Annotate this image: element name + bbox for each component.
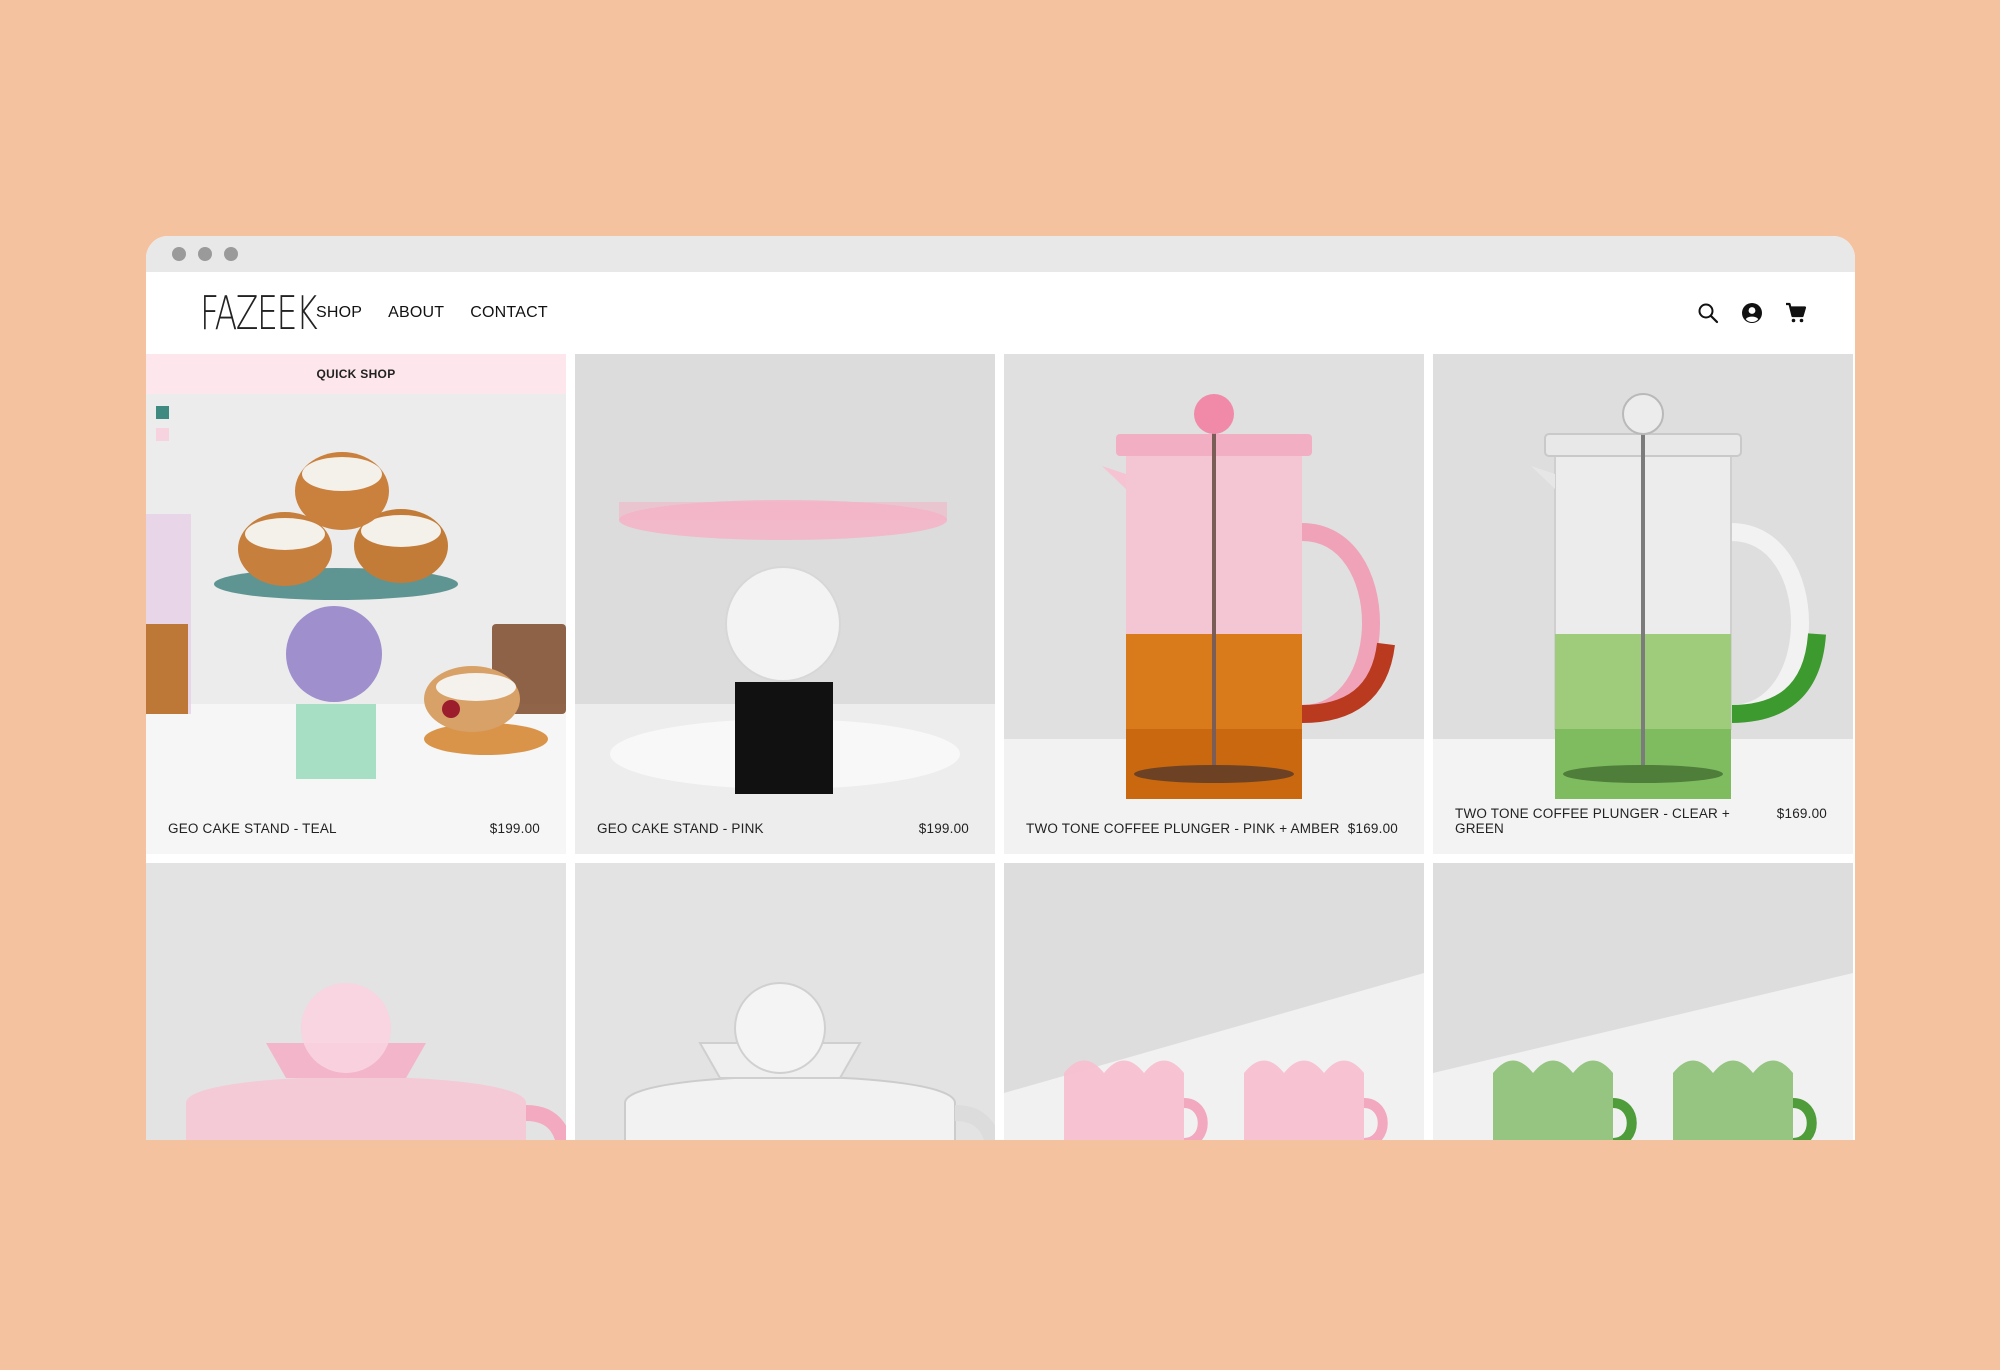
product-grid: QUICK SHOP GEO CAKE STAND - TEAL $199.00… [146, 354, 1855, 1140]
window-maximize-dot[interactable] [224, 247, 238, 261]
product-card[interactable] [146, 863, 566, 1140]
product-image [575, 863, 995, 1140]
nav-shop[interactable]: SHOP [316, 304, 362, 322]
brand-logo[interactable]: FAZEEK [200, 286, 318, 340]
swatch-pink[interactable] [156, 428, 169, 441]
product-price: $169.00 [1347, 821, 1398, 836]
product-name[interactable]: GEO CAKE STAND - PINK [597, 821, 764, 836]
window-minimize-dot[interactable] [198, 247, 212, 261]
product-name[interactable]: TWO TONE COFFEE PLUNGER - CLEAR + GREEN [1455, 806, 1777, 836]
product-image [1004, 863, 1424, 1140]
cart-icon[interactable] [1785, 302, 1807, 324]
browser-titlebar [146, 236, 1855, 272]
product-card[interactable] [1004, 863, 1424, 1140]
product-caption: TWO TONE COFFEE PLUNGER - PINK + AMBER $… [1026, 821, 1398, 836]
product-caption: GEO CAKE STAND - PINK $199.00 [597, 821, 969, 836]
window-close-dot[interactable] [172, 247, 186, 261]
product-name[interactable]: GEO CAKE STAND - TEAL [168, 821, 337, 836]
product-image [146, 863, 566, 1140]
account-icon[interactable] [1741, 302, 1763, 324]
main-nav: SHOP ABOUT CONTACT [316, 304, 548, 322]
nav-about[interactable]: ABOUT [388, 304, 444, 322]
product-card[interactable]: GEO CAKE STAND - PINK $199.00 [575, 354, 995, 854]
product-card[interactable]: TWO TONE COFFEE PLUNGER - CLEAR + GREEN … [1433, 354, 1853, 854]
product-image [575, 354, 995, 854]
product-caption: TWO TONE COFFEE PLUNGER - CLEAR + GREEN … [1455, 806, 1827, 836]
site-header: FAZEEK SHOP ABOUT CONTACT [146, 272, 1855, 354]
product-image [1433, 354, 1853, 854]
search-icon[interactable] [1697, 302, 1719, 324]
nav-contact[interactable]: CONTACT [470, 304, 548, 322]
product-image [1433, 863, 1853, 1140]
product-price: $169.00 [1776, 806, 1827, 821]
product-price: $199.00 [489, 821, 540, 836]
product-caption: GEO CAKE STAND - TEAL $199.00 [168, 821, 540, 836]
quick-shop-banner[interactable]: QUICK SHOP [146, 354, 566, 394]
product-image [146, 354, 566, 854]
product-name[interactable]: TWO TONE COFFEE PLUNGER - PINK + AMBER [1026, 821, 1340, 836]
header-icons [1697, 302, 1807, 324]
product-image [1004, 354, 1424, 854]
product-card[interactable]: TWO TONE COFFEE PLUNGER - PINK + AMBER $… [1004, 354, 1424, 854]
product-card[interactable] [1433, 863, 1853, 1140]
product-card[interactable]: QUICK SHOP GEO CAKE STAND - TEAL $199.00 [146, 354, 566, 854]
swatch-teal[interactable] [156, 406, 169, 419]
product-price: $199.00 [918, 821, 969, 836]
browser-window: FAZEEK SHOP ABOUT CONTACT QUICK SHOP GEO… [146, 236, 1855, 1140]
product-card[interactable] [575, 863, 995, 1140]
